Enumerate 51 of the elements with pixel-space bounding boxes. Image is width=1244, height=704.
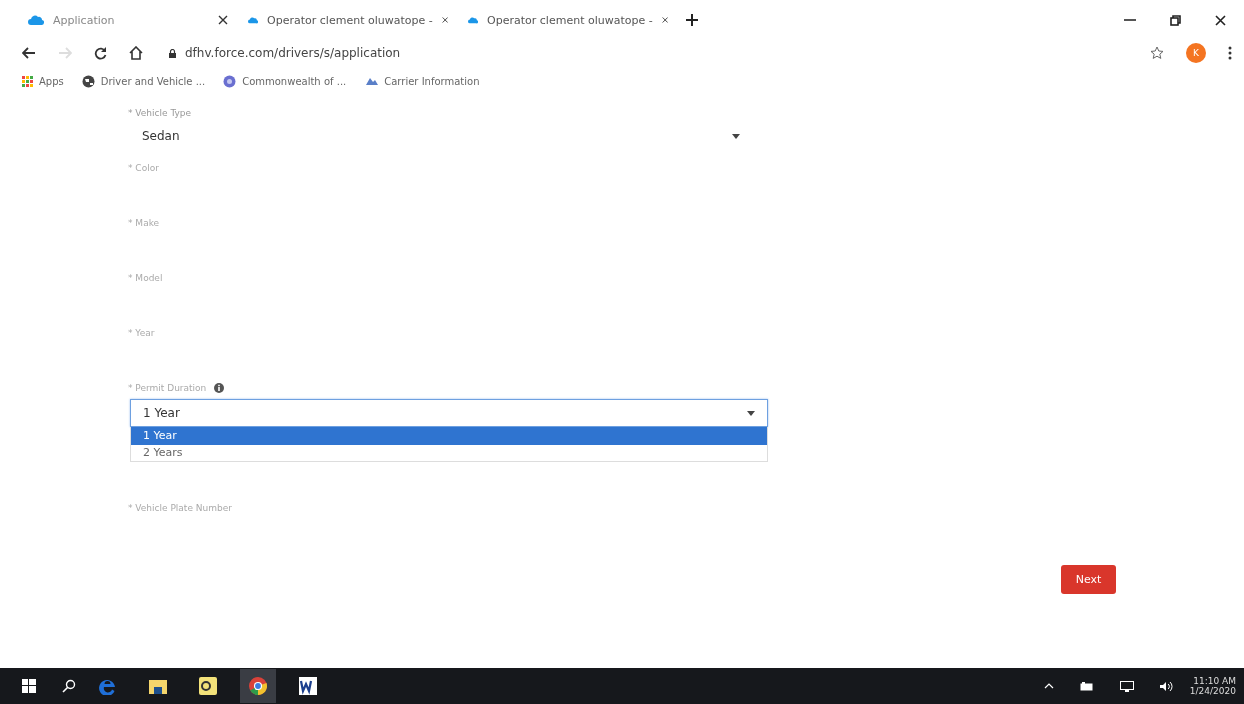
close-icon[interactable]	[1215, 14, 1226, 26]
speaker-icon[interactable]	[1159, 680, 1174, 692]
reload-icon[interactable]	[94, 46, 107, 60]
mail-app-icon	[199, 677, 217, 695]
field-label: * Make	[128, 218, 161, 228]
close-icon[interactable]	[218, 15, 228, 25]
browser-icon	[249, 677, 267, 695]
bookmark-link[interactable]: Carrier Information	[364, 75, 480, 87]
home-icon[interactable]	[129, 46, 143, 60]
edge-letter-icon	[99, 677, 117, 695]
field-label: * Permit Duration	[128, 383, 207, 393]
field-label: * Vehicle Type	[128, 108, 193, 118]
bookmark-link[interactable]: Apps	[22, 75, 64, 87]
caret-icon	[732, 133, 740, 139]
browser-tab[interactable]: Operator clement oluwatope -	[238, 4, 458, 36]
search-icon[interactable]	[62, 679, 76, 693]
close-icon[interactable]	[441, 15, 448, 25]
bookmark-link[interactable]: Commonwealth of ...	[223, 74, 347, 88]
browser-tab[interactable]: Application	[18, 4, 238, 36]
dropdown-option[interactable]: 1 Year	[131, 427, 767, 445]
chevron-up-icon[interactable]	[1043, 683, 1054, 689]
info-icon[interactable]	[214, 383, 225, 393]
close-icon[interactable]	[661, 15, 668, 25]
windows-start-icon[interactable]	[22, 679, 36, 693]
field-label: * Model	[128, 273, 164, 283]
seal-icon	[223, 74, 237, 88]
apps-grid-icon	[22, 75, 33, 87]
field-label: * Year	[128, 328, 156, 338]
menu-icon[interactable]	[1228, 46, 1232, 60]
caret-icon	[747, 410, 755, 416]
duration-dropdown[interactable]: 1 Year	[130, 399, 768, 427]
lock-icon	[169, 48, 176, 58]
clock-time[interactable]: 11:10 AM	[1193, 676, 1236, 686]
browser-tab[interactable]: Operator clement oluwatope -	[458, 4, 678, 36]
address-bar[interactable]: dfhv.force.com/drivers/s/application	[165, 46, 1128, 60]
folder-icon	[149, 678, 167, 694]
globe-icon	[81, 74, 95, 88]
next-button[interactable]: Next	[1061, 565, 1116, 594]
taskbar-app[interactable]	[240, 669, 276, 703]
bookmark-link[interactable]: Driver and Vehicle ...	[81, 74, 206, 88]
document-app-icon	[299, 677, 317, 695]
new-tab-icon[interactable]	[686, 14, 698, 26]
vehicle-type-dropdown[interactable]: Sedan	[128, 126, 754, 146]
field-label: * Color	[128, 163, 160, 173]
star-icon[interactable]	[1150, 46, 1164, 60]
dropdown-option[interactable]: 2 Years	[131, 445, 767, 461]
clock-date[interactable]: 1/24/2020	[1189, 686, 1236, 696]
restore-icon[interactable]	[1170, 14, 1181, 26]
back-arrow-icon[interactable]	[22, 47, 36, 59]
field-label: * Vehicle Plate Number	[128, 503, 233, 513]
network-icon[interactable]	[1119, 680, 1134, 692]
